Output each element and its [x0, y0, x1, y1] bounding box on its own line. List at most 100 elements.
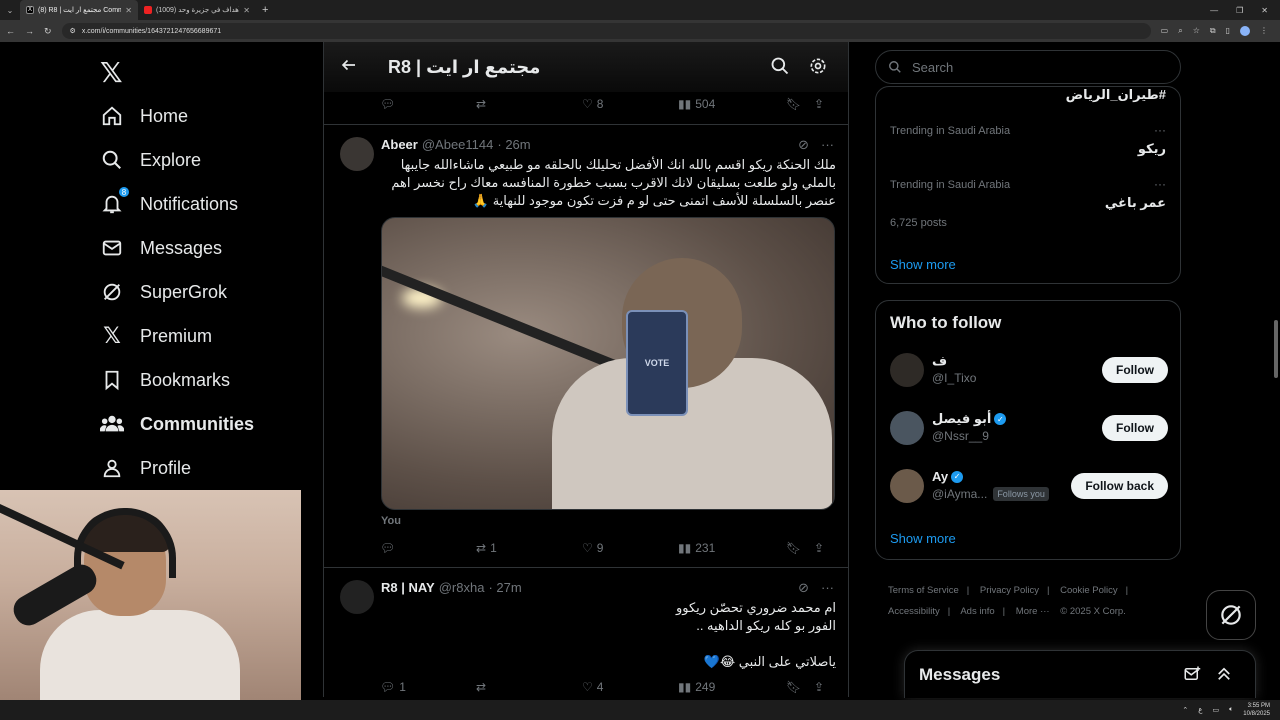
post-video[interactable]: VOTE	[381, 217, 835, 510]
footer-link[interactable]: Accessibility	[888, 606, 940, 617]
share-button[interactable]: ⇪	[814, 97, 824, 111]
trend-title[interactable]: عمر باغي	[1105, 195, 1166, 211]
repost-button[interactable]: ⇄ 1	[476, 541, 582, 555]
sidebar-item-premium[interactable]: 𝕏 Premium	[100, 323, 212, 348]
footer-link[interactable]: Privacy Policy	[980, 585, 1039, 596]
author-name[interactable]: Abeer	[381, 137, 418, 152]
extensions-icon[interactable]: ⧉	[1210, 26, 1216, 36]
reply-button[interactable]: 💬︎	[380, 97, 476, 111]
sidebar-item-explore[interactable]: Explore	[100, 148, 201, 172]
site-info-icon[interactable]: ⚙	[70, 27, 76, 35]
menu-icon[interactable]: ⋮	[1260, 26, 1268, 36]
views-button[interactable]: ▮▮ 249	[678, 680, 786, 694]
page-scrollbar[interactable]	[1272, 42, 1280, 697]
close-window-icon[interactable]: ✕	[1261, 6, 1268, 15]
reply-button[interactable]: 💬︎	[380, 541, 476, 555]
keyboard-language[interactable]: ع	[1198, 706, 1202, 714]
volume-icon[interactable]: 🔈︎	[1229, 706, 1233, 714]
search-icon[interactable]	[770, 56, 790, 81]
sidebar-item-home[interactable]: Home	[100, 104, 188, 128]
follow-suggestion[interactable]: ف @I_Tixo Follow	[890, 353, 1168, 393]
trend-title[interactable]: #طيران_الرياض	[1066, 87, 1166, 103]
x-logo-icon[interactable]: 𝕏	[100, 56, 123, 89]
trend-title[interactable]: ريكو	[1138, 141, 1166, 157]
back-arrow-icon[interactable]	[340, 56, 358, 79]
bookmark-button[interactable]: 🔖︎	[786, 541, 814, 555]
more-icon[interactable]: ···	[1154, 177, 1166, 191]
bookmark-button[interactable]: 🔖︎	[786, 680, 814, 694]
footer-more-link[interactable]: More ···	[1016, 606, 1050, 617]
sidebar-item-communities[interactable]: Communities	[100, 412, 254, 436]
author-name[interactable]: R8 | NAY	[381, 580, 435, 595]
avatar[interactable]	[890, 411, 924, 445]
more-icon[interactable]: ···	[821, 137, 834, 153]
bookmark-button[interactable]: 🔖︎	[786, 97, 814, 111]
expand-icon[interactable]	[1215, 665, 1233, 683]
scrollbar-thumb[interactable]	[1274, 320, 1278, 378]
like-button[interactable]: ♡ 4	[582, 680, 678, 694]
grok-icon[interactable]: ⊘	[798, 137, 809, 153]
search-input[interactable]: Search	[875, 50, 1181, 84]
post-time[interactable]: · 26m	[497, 137, 530, 152]
account-name-row[interactable]: أبو فيصل ✓	[932, 411, 1007, 427]
share-button[interactable]: ⇪	[814, 541, 824, 555]
avatar[interactable]	[890, 353, 924, 387]
sidebar-item-messages[interactable]: Messages	[100, 236, 222, 260]
new-message-icon[interactable]	[1183, 665, 1201, 683]
sidebar-item-notifications[interactable]: 8 Notifications	[100, 186, 238, 216]
browser-tab[interactable]: (1009) كل الأهداف في جزيرة وحد... ✕	[138, 0, 256, 20]
close-icon[interactable]: ✕	[243, 6, 250, 15]
tab-search-icon[interactable]: ⌄	[0, 0, 20, 20]
more-icon[interactable]: ···	[821, 580, 834, 596]
avatar[interactable]	[890, 469, 924, 503]
clock[interactable]: 3:55 PM 10/8/2025	[1243, 702, 1270, 718]
network-icon[interactable]: ▭	[1212, 706, 1219, 714]
avatar[interactable]	[340, 580, 374, 614]
footer-link[interactable]: Cookie Policy	[1060, 585, 1118, 596]
account-name[interactable]: ف	[932, 353, 947, 369]
minimize-icon[interactable]: —	[1210, 6, 1218, 15]
views-button[interactable]: ▮▮ 231	[678, 541, 786, 555]
show-more-link[interactable]: Show more	[890, 257, 956, 272]
zoom-icon[interactable]: ⌕	[1178, 26, 1182, 36]
author-handle[interactable]: @r8xha	[439, 580, 485, 595]
grok-floating-button[interactable]	[1206, 590, 1256, 640]
cast-icon[interactable]: ▭	[1161, 26, 1169, 36]
restore-icon[interactable]: ❐	[1236, 6, 1243, 15]
messages-drawer[interactable]: Messages	[904, 650, 1256, 698]
like-button[interactable]: ♡ 8	[582, 97, 678, 111]
repost-button[interactable]: ⇄	[476, 680, 582, 694]
follow-button[interactable]: Follow	[1102, 357, 1168, 383]
follow-suggestion[interactable]: Ay ✓ @iAyma... Follows you Follow back	[890, 469, 1168, 509]
repost-button[interactable]: ⇄	[476, 97, 582, 111]
share-button[interactable]: ⇪	[814, 680, 824, 694]
follow-button[interactable]: Follow	[1102, 415, 1168, 441]
reload-icon[interactable]: ↻	[44, 26, 52, 37]
follow-suggestion[interactable]: أبو فيصل ✓ @Nssr__9 Follow	[890, 411, 1168, 451]
gear-icon[interactable]	[808, 56, 828, 81]
profile-avatar[interactable]	[1240, 26, 1250, 36]
back-icon[interactable]: ←	[6, 26, 15, 36]
author-handle[interactable]: @Abee1144	[422, 137, 494, 152]
post-time[interactable]: · 27m	[488, 580, 521, 595]
more-icon[interactable]: ···	[1154, 123, 1166, 137]
account-name-row[interactable]: Ay ✓	[932, 469, 964, 484]
avatar[interactable]	[340, 137, 374, 171]
tray-chevron-icon[interactable]: ⌃	[1182, 706, 1188, 714]
sidebar-item-profile[interactable]: Profile	[100, 456, 191, 480]
follow-back-button[interactable]: Follow back	[1071, 473, 1168, 499]
views-button[interactable]: ▮▮ 504	[678, 97, 786, 111]
footer-link[interactable]: Terms of Service	[888, 585, 959, 596]
close-icon[interactable]: ✕	[125, 6, 132, 15]
new-tab-icon[interactable]: +	[262, 4, 268, 16]
like-button[interactable]: ♡ 9	[582, 541, 678, 555]
sidebar-item-supergrok[interactable]: SuperGrok	[100, 280, 227, 304]
browser-tab-active[interactable]: X (8) R8 | مجتمع ار ايت Communi... ✕	[20, 0, 138, 20]
grok-icon[interactable]: ⊘	[798, 580, 809, 596]
split-icon[interactable]: ▯	[1226, 26, 1230, 36]
url-field[interactable]: ⚙ x.com/i/communities/164372124765668967…	[61, 23, 1151, 39]
forward-icon[interactable]: →	[25, 26, 34, 36]
sidebar-item-bookmarks[interactable]: Bookmarks	[100, 368, 230, 392]
footer-link[interactable]: Ads info	[960, 606, 994, 617]
star-icon[interactable]: ☆	[1193, 26, 1200, 36]
